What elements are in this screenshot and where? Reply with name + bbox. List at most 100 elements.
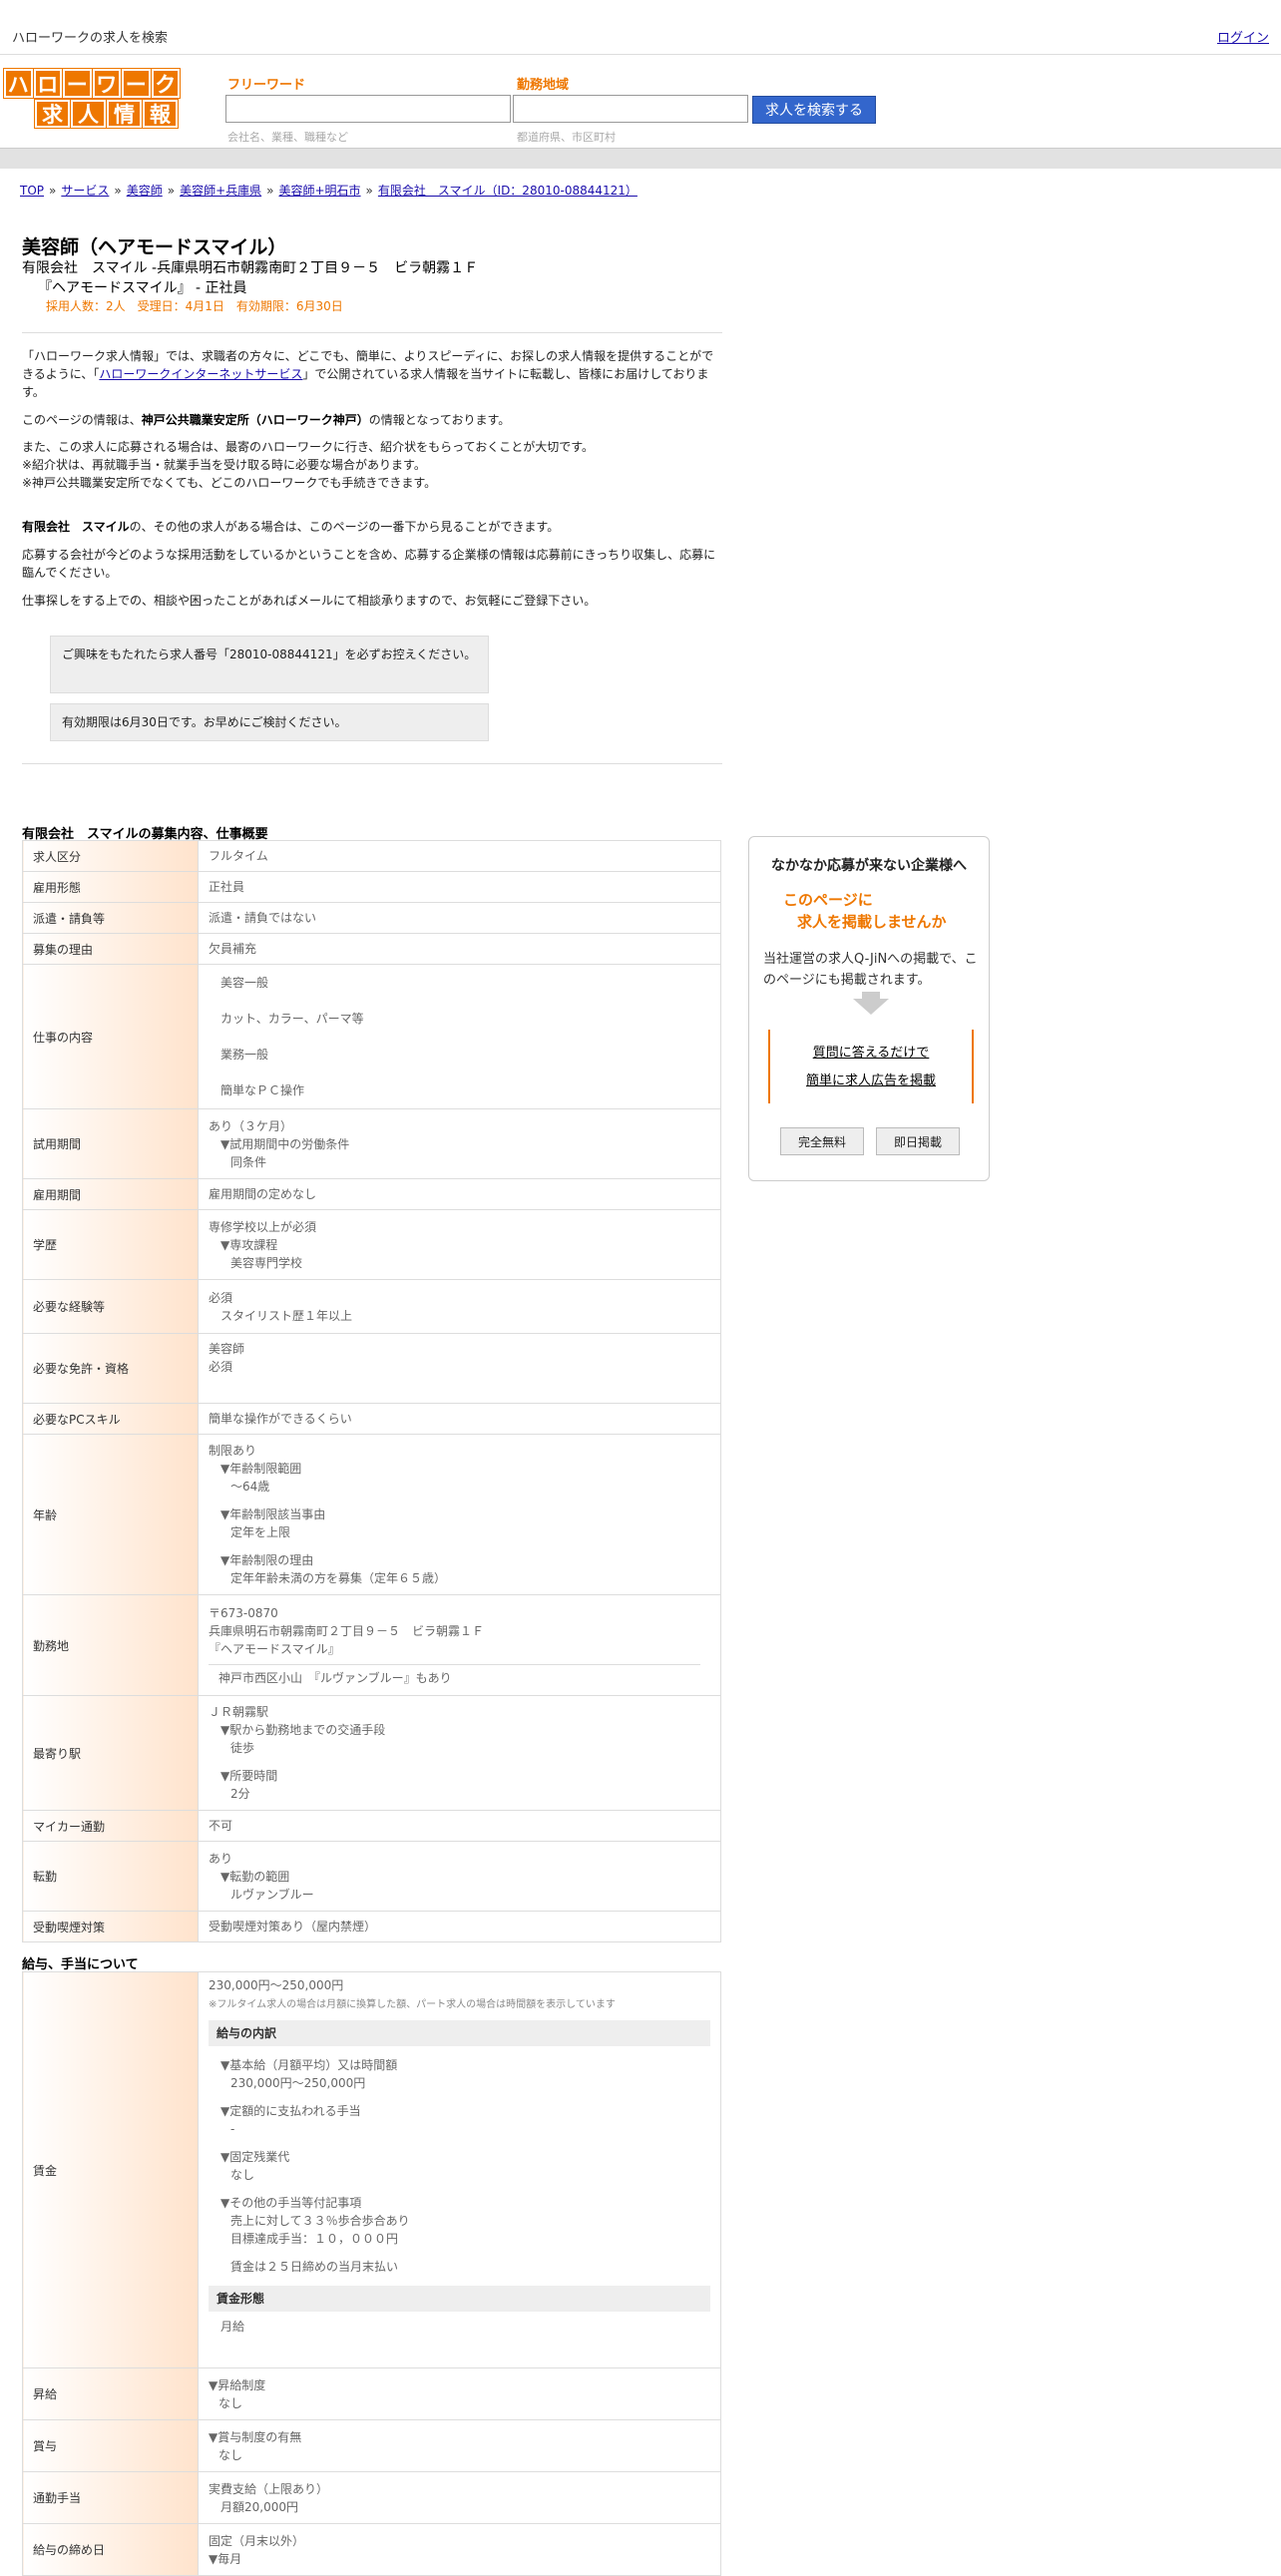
intro-paragraph: 「ハローワーク求人情報」では、求職者の方々に、どこでも、簡単に、よりスピーディに…	[22, 349, 714, 399]
row-label: マイカー通勤	[22, 1810, 199, 1842]
breadcrumb-top[interactable]: TOP	[20, 184, 44, 198]
logo-char: ハ	[4, 69, 33, 98]
row-label: 必要な免許・資格	[22, 1333, 199, 1404]
row-value: 正社員	[198, 871, 721, 903]
hellowork-internet-link[interactable]: ハローワークインターネットサービス	[99, 367, 302, 381]
row-label: 受動喫煙対策	[22, 1911, 199, 1942]
row-label: 仕事の内容	[22, 964, 199, 1109]
row-label: 通勤手当	[22, 2471, 199, 2524]
sidebar-heading: なかなか応募が来ない企業様へ	[771, 858, 967, 874]
row-label: 派遣・請負等	[22, 902, 199, 934]
table-row: 賃金 230,000円〜250,000円 ※フルタイム求人の場合は月額に換算した…	[22, 1971, 721, 2368]
sidebar-ad: なかなか応募が来ない企業様へ このページに 求人を掲載しませんか 当社運営の求人…	[748, 836, 990, 1181]
login-link[interactable]: ログイン	[1217, 27, 1269, 46]
sidebar-link-box: 質問に答えるだけで 簡単に求人広告を掲載	[768, 1030, 974, 1103]
header-divider-band	[0, 148, 1281, 169]
table-row: 受動喫煙対策 受動喫煙対策あり（屋内禁煙）	[22, 1911, 721, 1942]
row-value: 必須 スタイリスト歴１年以上	[198, 1279, 721, 1334]
salary-table: 賃金 230,000円〜250,000円 ※フルタイム求人の場合は月額に換算した…	[22, 1971, 721, 2576]
table-row: 雇用形態 正社員	[22, 871, 721, 903]
row-value: 欠員補充	[198, 933, 721, 965]
row-value: あり（３ケ月） ▼試用期間中の労働条件 同条件	[198, 1108, 721, 1179]
row-label: 必要なPCスキル	[22, 1403, 199, 1435]
row-value: 美容師 必須	[198, 1333, 721, 1404]
logo-char: 報	[143, 100, 178, 128]
row-value: 不可	[198, 1810, 721, 1842]
breadcrumb-hyogo[interactable]: 美容師+兵庫県	[180, 184, 261, 198]
row-label: 昇給	[22, 2367, 199, 2420]
breadcrumb-biyoshi[interactable]: 美容師	[127, 184, 163, 198]
table-row: 最寄り駅 ＪＲ朝霧駅 ▼駅から勤務地までの交通手段 徒歩 ▼所要時間 2分	[22, 1695, 721, 1811]
logo-char: ロ	[33, 69, 62, 98]
source-paragraph: このページの情報は、神戸公共職業安定所（ハローワーク神戸）の情報となっております…	[22, 413, 511, 427]
sidebar-catch: このページに	[783, 891, 873, 909]
row-label: 試用期間	[22, 1108, 199, 1179]
row-value: ＪＲ朝霧駅 ▼駅から勤務地までの交通手段 徒歩 ▼所要時間 2分	[198, 1695, 721, 1811]
row-value: 実費支給（上限あり） 月額20,000円	[198, 2471, 721, 2524]
logo-char: 人	[71, 100, 106, 128]
table-row: マイカー通勤 不可	[22, 1810, 721, 1842]
table-row: 必要な経験等 必須 スタイリスト歴１年以上	[22, 1279, 721, 1334]
table-row: 派遣・請負等 派遣・請負ではない	[22, 902, 721, 934]
logo-char: 求	[35, 100, 70, 128]
row-label: 雇用期間	[22, 1178, 199, 1210]
row-label: 必要な経験等	[22, 1279, 199, 1334]
breadcrumb-current[interactable]: 有限会社 スマイル（ID：28010-08844121）	[378, 184, 638, 198]
search-button[interactable]: 求人を検索する	[752, 96, 876, 124]
wage-form-heading: 賃金形態	[209, 2286, 710, 2312]
breadcrumb-akashi[interactable]: 美容師+明石市	[278, 184, 360, 198]
salary-section-title: 給与、手当について	[22, 1957, 139, 1972]
logo-char: ー	[63, 69, 92, 98]
freeword-label: フリーワード	[227, 78, 306, 93]
overview-table: 求人区分 フルタイム 雇用形態 正社員 派遣・請負等 派遣・請負ではない 募集の理由欠…	[22, 840, 721, 1942]
table-row: 雇用期間 雇用期間の定めなし	[22, 1178, 721, 1210]
table-row: 昇給 ▼昇給制度 なし	[22, 2367, 721, 2420]
sidebar-catch: 求人を掲載しませんか	[797, 913, 947, 931]
company-line: 有限会社 スマイル -兵庫県明石市朝霧南町２丁目９－５ ビラ朝霧１Ｆ	[22, 260, 479, 276]
row-value: フルタイム	[198, 840, 721, 872]
row-label: 学歴	[22, 1209, 199, 1280]
job-title: 美容師（ヘアモードスマイル）	[22, 236, 287, 258]
freeword-input[interactable]	[225, 95, 511, 123]
row-label: 雇用形態	[22, 871, 199, 903]
consult-paragraph: 仕事探しをする上での、相談や困ったことがあればメールにて相談承りますので、お気軽…	[22, 594, 597, 608]
area-label: 勤務地域	[517, 78, 570, 93]
top-bar: ハローワークの求人を検索 ログイン	[0, 0, 1281, 55]
divider	[22, 763, 722, 764]
table-row: 試用期間 あり（３ケ月） ▼試用期間中の労働条件 同条件	[22, 1108, 721, 1179]
breadcrumb-service[interactable]: サービス	[61, 184, 109, 198]
row-value: 230,000円〜250,000円 ※フルタイム求人の場合は月額に換算した額、パ…	[198, 1971, 721, 2368]
site-logo[interactable]: ハ ロ ー ワ ー ク 求 人 情 報	[4, 69, 180, 128]
table-row: 勤務地 〒673-0870 兵庫県明石市朝霧南町２丁目９－５ ビラ朝霧１Ｆ 『ヘアモ…	[22, 1594, 721, 1696]
row-label: 求人区分	[22, 840, 199, 872]
row-label: 募集の理由	[22, 933, 199, 965]
row-label: 年齢	[22, 1434, 199, 1595]
site-title: ハローワークの求人を検索	[12, 31, 169, 46]
job-number-notice: ご興味をもたれたら求人番号「28010-08844121」を必ずお控えください。	[50, 636, 489, 693]
table-row: 必要な免許・資格 美容師 必須	[22, 1333, 721, 1404]
free-button[interactable]: 完全無料	[780, 1127, 864, 1155]
row-label: 給与の締め日	[22, 2523, 199, 2576]
table-row: 募集の理由 欠員補充	[22, 933, 721, 965]
same-day-button[interactable]: 即日掲載	[876, 1127, 960, 1155]
logo-char: 情	[107, 100, 142, 128]
breadcrumb: TOP» サービス» 美容師» 美容師+兵庫県» 美容師+明石市» 有限会社 スマイル（I…	[20, 184, 638, 198]
table-row: 学歴 専修学校以上が必須 ▼専攻課程 美容専門学校	[22, 1209, 721, 1280]
sidebar-link-questions[interactable]: 質問に答えるだけで	[770, 1042, 972, 1061]
table-row: 通勤手当 実費支給（上限あり） 月額20,000円	[22, 2471, 721, 2524]
row-value: 雇用期間の定めなし	[198, 1178, 721, 1210]
divider	[22, 332, 722, 333]
table-row: 求人区分 フルタイム	[22, 840, 721, 872]
sidebar-link-post-ad[interactable]: 簡単に求人広告を掲載	[770, 1070, 972, 1088]
area-input[interactable]	[513, 95, 748, 123]
expiry-notice: 有効期限は6月30日です。お早めにご検討ください。	[50, 703, 489, 741]
table-row: 必要なPCスキル 簡単な操作ができるくらい	[22, 1403, 721, 1435]
table-row: 転勤 あり ▼転勤の範囲 ルヴァンブルー	[22, 1841, 721, 1912]
row-value: 簡単な操作ができるくらい	[198, 1403, 721, 1435]
job-meta: 採用人数：2人 受理日：4月1日 有効期限：6月30日	[46, 299, 343, 313]
row-value: 〒673-0870 兵庫県明石市朝霧南町２丁目９－５ ビラ朝霧１Ｆ 『ヘアモードスマ…	[198, 1594, 721, 1696]
logo-char: ク	[151, 69, 180, 98]
row-value: 受動喫煙対策あり（屋内禁煙）	[198, 1911, 721, 1942]
row-label: 転勤	[22, 1841, 199, 1912]
table-row: 仕事の内容 美容一般 カット、カラー、パーマ等 業務一般 簡単なＰＣ操作	[22, 964, 721, 1109]
